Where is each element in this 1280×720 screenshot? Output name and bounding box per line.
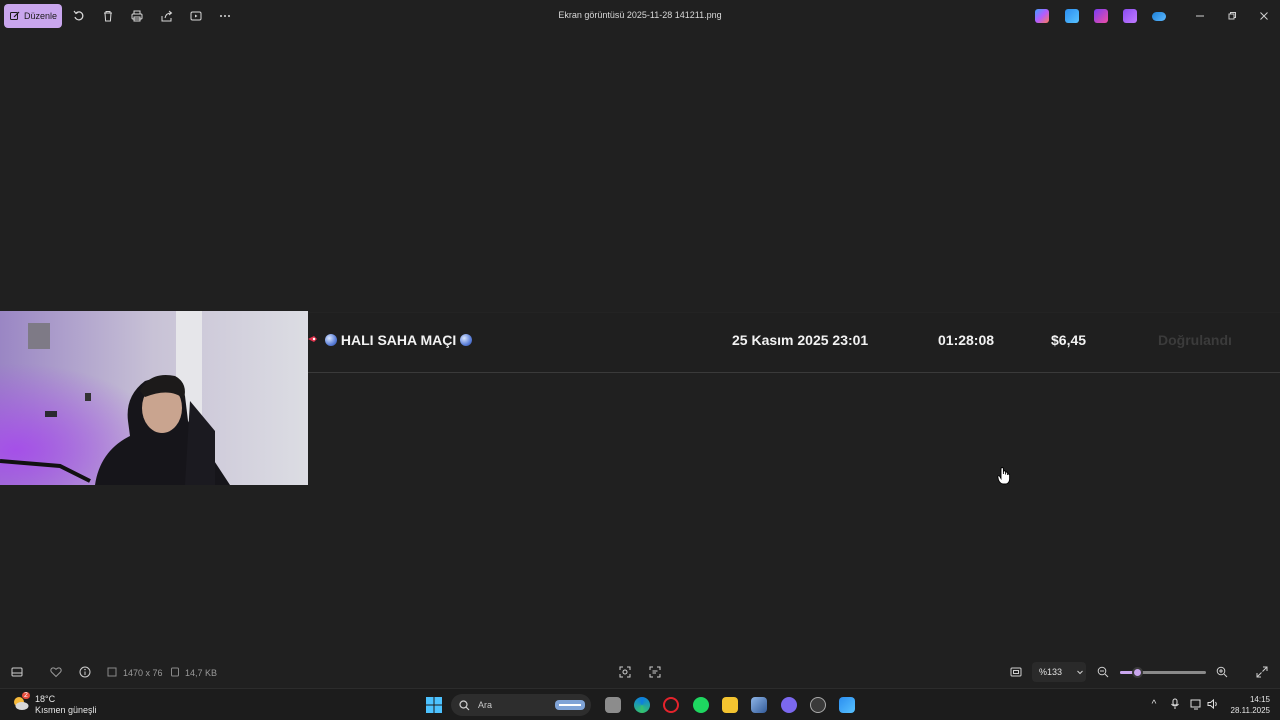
copilot-icon[interactable] (1035, 9, 1049, 23)
file-size-icon (167, 664, 183, 680)
search-highlight-icon (555, 700, 585, 710)
obs-icon[interactable] (810, 697, 826, 713)
search-placeholder: Ara (478, 700, 493, 710)
weather-badge: 2 (22, 692, 30, 699)
zoom-value: %133 (1039, 667, 1063, 677)
favorite-icon[interactable] (48, 664, 64, 680)
window-title: Ekran görüntüsü 2025-11-28 141211.png (558, 10, 722, 20)
zoom-slider-knob[interactable] (1132, 667, 1144, 678)
text-scan-icon[interactable] (647, 664, 663, 680)
zoom-select[interactable]: %133 (1032, 662, 1086, 682)
fit-to-window-icon[interactable] (1008, 664, 1024, 680)
search-icon (459, 699, 470, 710)
clipchamp-icon[interactable] (1094, 9, 1108, 23)
fullscreen-icon[interactable] (1254, 664, 1270, 680)
delete-icon[interactable] (100, 8, 116, 24)
network-icon[interactable] (1189, 697, 1203, 711)
app-icon-generic[interactable] (751, 697, 767, 713)
image-dimensions: 1470 x 76 (123, 668, 163, 678)
spotify-icon[interactable] (693, 697, 709, 713)
clock-time: 14:15 (1249, 695, 1270, 704)
status-bar: 1470 x 76 14,7 KB %133 (0, 656, 1280, 688)
edit-button[interactable]: Düzenle (4, 4, 62, 28)
edge-icon[interactable] (634, 697, 650, 713)
visual-search-icon[interactable] (617, 664, 633, 680)
photos-taskbar-icon[interactable] (839, 697, 855, 713)
close-button[interactable] (1256, 8, 1272, 24)
image-content-row: HALI SAHA MAÇI 25 Kasım 2025 23:01 01:28… (308, 312, 1280, 373)
opera-icon[interactable] (663, 697, 679, 713)
close-icon (1260, 12, 1268, 20)
file-size: 14,7 KB (185, 668, 218, 678)
dimensions-icon (104, 664, 120, 680)
zoom-in-icon[interactable] (1214, 664, 1230, 680)
slideshow-icon[interactable] (188, 8, 204, 24)
row-date: 25 Kasım 2025 23:01 (732, 332, 869, 348)
title-bar: Düzenle Ekran görüntüsü 2025-11-28 14121… (0, 0, 1280, 32)
weather-temp: 18°C (35, 694, 56, 704)
row-title-group: HALI SAHA MAÇI (325, 332, 473, 348)
clock-date: 28.11.2025 (1230, 706, 1270, 715)
more-icon[interactable] (217, 8, 233, 24)
tray-overflow-icon[interactable]: ^ (1147, 697, 1161, 711)
restore-button[interactable] (1224, 8, 1240, 24)
discord-icon[interactable] (781, 697, 797, 713)
filmstrip-icon[interactable] (9, 664, 25, 680)
edit-button-label: Düzenle (24, 11, 58, 21)
file-explorer-icon[interactable] (722, 697, 738, 713)
task-view-icon[interactable] (605, 697, 621, 713)
chevron-down-icon (1077, 670, 1083, 675)
minimize-icon (1196, 15, 1204, 17)
row-title: HALI SAHA MAÇI (340, 332, 457, 348)
zoom-out-icon[interactable] (1095, 664, 1111, 680)
gem-icon (325, 334, 337, 346)
onedrive-icon[interactable] (1152, 12, 1166, 21)
info-icon[interactable] (77, 664, 93, 680)
webcam-overlay (0, 311, 308, 485)
zoom-slider[interactable] (1120, 667, 1206, 678)
weather-widget[interactable]: 2 18°C Kısmen güneşli (12, 692, 97, 716)
row-price: $6,45 (1051, 332, 1087, 348)
restore-icon (1228, 12, 1236, 20)
edit-icon (10, 11, 20, 20)
start-icon[interactable] (426, 697, 442, 713)
minimize-button[interactable] (1192, 8, 1208, 24)
weather-icon: 2 (12, 692, 30, 712)
share-icon[interactable] (159, 8, 175, 24)
taskbar-search[interactable]: Ara (451, 694, 591, 716)
rocket-emoji-icon (308, 332, 318, 348)
photos-icon[interactable] (1065, 9, 1079, 23)
hand-cursor-icon (997, 467, 1011, 490)
gem-icon (460, 334, 473, 346)
webcam-image (0, 311, 308, 485)
weather-desc: Kısmen güneşli (35, 705, 97, 715)
designer-icon[interactable] (1123, 9, 1137, 23)
volume-icon[interactable] (1206, 697, 1220, 711)
microphone-icon[interactable] (1168, 697, 1182, 711)
print-icon[interactable] (129, 8, 145, 24)
row-status: Doğrulandı (1158, 332, 1232, 348)
rotate-icon[interactable] (71, 8, 87, 24)
row-duration: 01:28:08 (938, 332, 995, 348)
taskbar-clock[interactable]: 14:15 28.11.2025 (1222, 694, 1270, 716)
taskbar: 2 18°C Kısmen güneşli Ara ^ 14:15 28.11.… (0, 688, 1280, 720)
